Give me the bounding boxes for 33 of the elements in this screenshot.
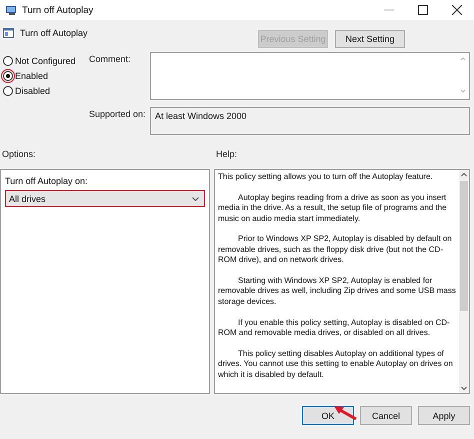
radio-button[interactable]	[3, 71, 13, 81]
help-label: Help:	[215, 149, 238, 161]
radio-label[interactable]: Disabled	[15, 86, 50, 96]
help-paragraph: Autoplay begins reading from a drive as soon as you insert media in the drive. As a result, the setup file of programs and the music on audio media start immediately.	[218, 192, 448, 224]
apply-button[interactable]: Apply	[418, 406, 470, 425]
radio-button[interactable]	[3, 56, 13, 66]
radio-label[interactable]: Enabled	[15, 71, 48, 81]
help-paragraph: This policy setting disables Autoplay on additional types of drives. You cannot use this setting to enable Autoplay on drives on which it is disabled by default.	[218, 348, 454, 380]
help-paragraph: If you enable this policy setting, Autoplay is disabled on CD-ROM and removable media drives, or disabled on all drives.	[218, 318, 451, 338]
close-icon[interactable]	[452, 5, 462, 15]
dropdown-label: Turn off Autoplay on:	[5, 176, 89, 186]
drives-dropdown[interactable]: All drives	[5, 190, 205, 207]
comment-field[interactable]	[150, 52, 470, 100]
radio-label[interactable]: Not Configured	[15, 56, 76, 66]
supported-on-label: Supported on:	[89, 108, 147, 121]
help-paragraph: Prior to Windows XP SP2, Autoplay is disabled by default on removable drives, such as the floppy disk drive (but not the CD-ROM drive), and on network drives.	[218, 234, 453, 266]
window-app-icon	[6, 4, 18, 16]
comment-label: Comment:	[89, 53, 132, 66]
help-paragraph: Starting with Windows XP SP2, Autoplay is enabled for removable drives as well, including Zip drives and some USB mass storage devices.	[218, 276, 456, 308]
supported-on-field: At least Windows 2000	[150, 107, 470, 135]
options-label: Options:	[1, 149, 37, 161]
scrollbar[interactable]	[459, 170, 469, 393]
ok-button[interactable]: OK	[302, 406, 354, 425]
cancel-button[interactable]: Cancel	[360, 406, 412, 425]
policy-title: Turn off Autoplay	[20, 28, 88, 38]
maximize-icon[interactable]	[418, 5, 428, 15]
window-title: Turn off Autoplay	[22, 4, 94, 16]
policy-icon	[3, 28, 14, 38]
radio-button[interactable]	[3, 86, 13, 96]
help-paragraph: This policy setting allows you to turn off the Autoplay feature.	[218, 172, 434, 182]
chevron-down-icon	[192, 196, 199, 200]
next-setting-button[interactable]: Next Setting	[335, 30, 405, 48]
scrollbar[interactable]	[459, 55, 467, 95]
